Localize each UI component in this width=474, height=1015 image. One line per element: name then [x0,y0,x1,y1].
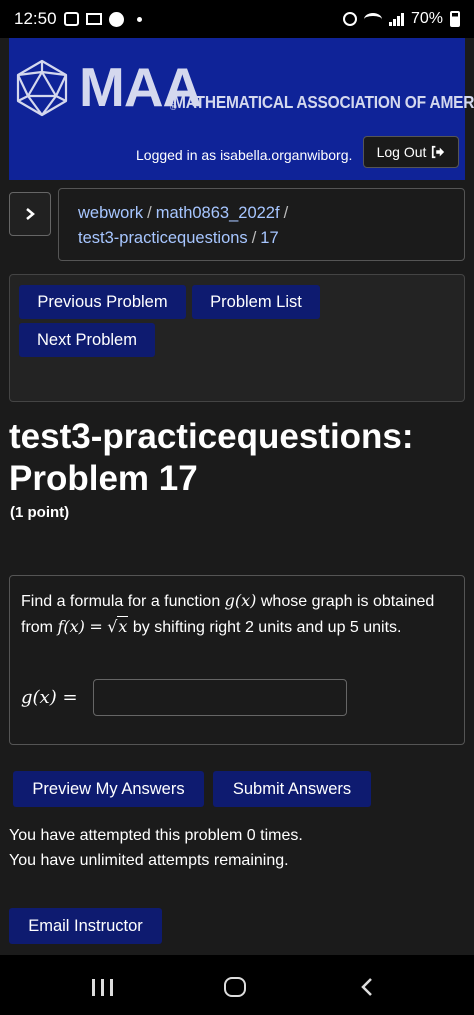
problem-nav-panel: Previous Problem Problem List Next Probl… [9,274,465,402]
icosahedron-logo-icon[interactable] [12,58,72,118]
more-notifications-dot-icon [136,16,142,22]
submit-answers-button[interactable]: Submit Answers [213,771,371,807]
sidebar-toggle-button[interactable] [9,192,51,236]
system-navigation-bar [0,955,474,1015]
previous-problem-button[interactable]: Previous Problem [19,285,186,319]
recent-apps-icon[interactable] [92,979,113,996]
problem-text-part1: Find a formula for a function [21,593,221,610]
breadcrumb: webwork / math0863_2022f / test3-practicequ… [58,188,465,261]
attempts-remaining-text: You have unlimited attempts remaining. [9,852,289,869]
gallery-notification-icon [63,12,79,26]
email-instructor-button[interactable]: Email Instructor [9,908,162,944]
problem-text-part3: by shifting right 2 units and up 5 units… [132,619,402,636]
status-bar: 12:50 70% [0,0,474,38]
math-g-of-x: g(x) [224,591,257,610]
messenger-notification-icon [108,11,124,27]
math-sqrt: √x [107,616,129,636]
battery-icon [450,11,460,27]
attempts-count-text: You have attempted this problem 0 times. [9,827,303,844]
logged-in-status: Logged in as isabella.organwiborg. [136,147,353,163]
next-problem-button[interactable]: Next Problem [19,323,155,357]
page-title-line1: test3-practicequestions: [9,417,414,456]
logout-arrow-icon [432,145,445,159]
answer-row: g(x) = [21,679,347,716]
site-header: MAA ® MATHEMATICAL ASSOCIATION OF AMERIC… [9,38,474,180]
problem-list-button[interactable]: Problem List [192,285,320,319]
breadcrumb-item-webwork[interactable]: webwork [78,204,143,222]
page-title: test3-practicequestions: Problem 17 [9,416,469,500]
chevron-right-icon [26,208,35,220]
org-name: MATHEMATICAL ASSOCIATION OF AMERICA [173,93,474,113]
breadcrumb-item-set[interactable]: test3-practicequestions [78,229,248,247]
preview-answers-button[interactable]: Preview My Answers [13,771,204,807]
webwork-page: MAA ® MATHEMATICAL ASSOCIATION OF AMERIC… [0,38,474,955]
back-icon[interactable] [358,977,378,997]
battery-percent: 70% [410,10,443,27]
answer-input[interactable] [93,679,347,716]
breadcrumb-separator: / [251,229,257,247]
page-title-line2: Problem 17 [9,459,198,498]
wifi-icon [363,12,382,26]
problem-statement-box: Find a formula for a function g(x) whose… [9,575,465,745]
gmail-notification-icon [85,13,102,25]
status-time: 12:50 [14,9,57,28]
answer-label: g(x) = [21,687,78,708]
logout-label: Log Out [376,144,427,160]
math-radicand: x [117,616,129,636]
breadcrumb-item-problem: 17 [260,229,279,247]
problem-text: Find a formula for a function g(x) whose… [21,588,453,640]
signal-icon [388,12,404,26]
math-f-of-x: f(x) [57,617,85,636]
problem-points: (1 point) [10,504,70,521]
breadcrumb-item-course[interactable]: math0863_2022f [156,204,280,222]
math-equals: = [89,617,103,636]
breadcrumb-separator: / [147,204,152,222]
alarm-icon [342,12,357,26]
home-icon[interactable] [224,977,246,997]
logout-button[interactable]: Log Out [363,136,459,168]
breadcrumb-separator: / [283,204,289,222]
